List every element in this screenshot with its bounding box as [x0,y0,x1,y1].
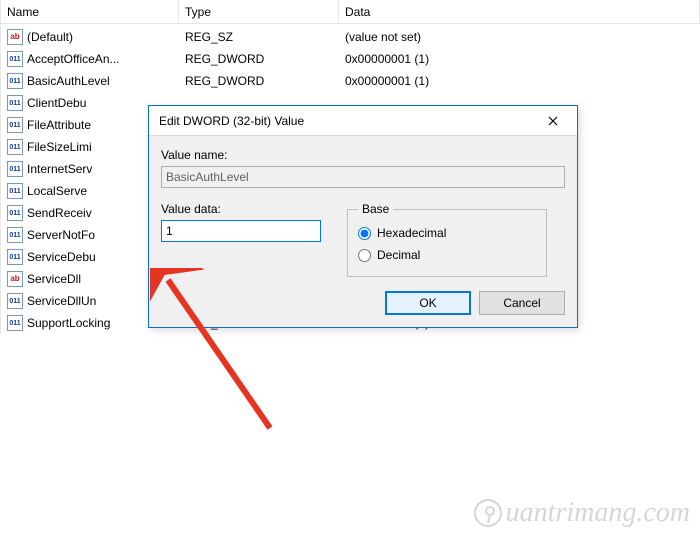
ok-button[interactable]: OK [385,291,471,315]
binary-value-icon [7,227,23,243]
value-data-field[interactable] [161,220,321,242]
row-data: 0x00000001 (1) [339,70,700,92]
row-name: FileAttribute [27,114,91,136]
row-name: ServerNotFo [27,224,95,246]
binary-value-icon [7,249,23,265]
value-name-field[interactable] [161,166,565,188]
binary-value-icon [7,51,23,67]
radio-hex-input[interactable] [358,227,371,240]
row-name: (Default) [27,26,73,48]
row-name: ServiceDllUn [27,290,96,312]
binary-value-icon [7,95,23,111]
row-name: LocalServe [27,180,87,202]
row-name: ClientDebu [27,92,86,114]
row-data: 0x00000001 (1) [339,48,700,70]
radio-dec-input[interactable] [358,249,371,262]
binary-value-icon [7,73,23,89]
edit-dword-dialog: Edit DWORD (32-bit) Value Value name: Va… [148,105,578,328]
close-button[interactable] [535,109,571,133]
binary-value-icon [7,161,23,177]
watermark: uantrimang.com [474,497,690,529]
col-header-name[interactable]: Name [1,0,179,23]
column-headers: Name Type Data [1,0,700,24]
binary-value-icon [7,183,23,199]
row-name: SupportLocking [27,312,110,334]
dialog-titlebar[interactable]: Edit DWORD (32-bit) Value [149,106,577,136]
base-group: Base Hexadecimal Decimal [347,202,547,277]
binary-value-icon [7,117,23,133]
row-name: AcceptOfficeAn... [27,48,120,70]
value-name-label: Value name: [161,148,565,162]
string-value-icon [7,271,23,287]
col-header-data[interactable]: Data [339,0,700,23]
row-type: REG_SZ [179,26,339,48]
binary-value-icon [7,205,23,221]
cancel-button[interactable]: Cancel [479,291,565,315]
value-data-label: Value data: [161,202,321,216]
watermark-icon [474,499,502,527]
row-type: REG_DWORD [179,70,339,92]
radio-hex-label: Hexadecimal [377,226,446,240]
watermark-text: uantrimang.com [506,497,690,529]
table-row[interactable]: BasicAuthLevel REG_DWORD0x00000001 (1) [1,70,700,92]
binary-value-icon [7,139,23,155]
row-name: InternetServ [27,158,92,180]
row-type: REG_DWORD [179,48,339,70]
dialog-title: Edit DWORD (32-bit) Value [159,114,535,128]
radio-hex[interactable]: Hexadecimal [358,222,536,244]
base-legend: Base [358,202,393,216]
string-value-icon [7,29,23,45]
row-name: FileSizeLimi [27,136,92,158]
binary-value-icon [7,315,23,331]
row-data: (value not set) [339,26,700,48]
binary-value-icon [7,293,23,309]
radio-dec-label: Decimal [377,248,420,262]
close-icon [548,116,558,126]
table-row[interactable]: (Default) REG_SZ(value not set) [1,26,700,48]
row-name: SendReceiv [27,202,92,224]
row-name: BasicAuthLevel [27,70,110,92]
table-row[interactable]: AcceptOfficeAn... REG_DWORD0x00000001 (1) [1,48,700,70]
radio-dec[interactable]: Decimal [358,244,536,266]
row-name: ServiceDebu [27,246,96,268]
col-header-type[interactable]: Type [179,0,339,23]
row-name: ServiceDll [27,268,81,290]
